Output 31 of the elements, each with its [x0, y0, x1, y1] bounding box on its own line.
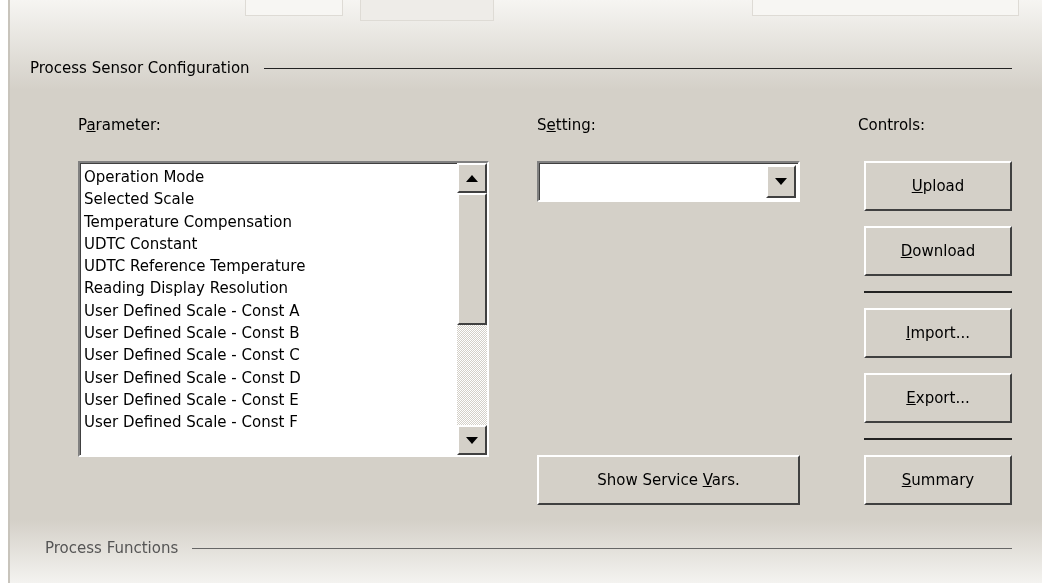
- list-item[interactable]: User Defined Scale - Const E: [84, 388, 457, 412]
- scroll-up-button[interactable]: [457, 163, 487, 193]
- list-item[interactable]: User Defined Scale - Const B: [84, 322, 457, 345]
- show-service-vars-button[interactable]: Show Service Vars.: [537, 455, 800, 505]
- list-item[interactable]: UDTC Constant: [84, 232, 457, 256]
- dropdown-arrow-icon: [775, 178, 787, 185]
- parameter-list[interactable]: [78, 161, 489, 457]
- section-title: Process Sensor Configuration: [30, 58, 250, 79]
- setting-dropdown[interactable]: [537, 161, 800, 202]
- list-item[interactable]: Reading Display Resolution: [84, 277, 457, 300]
- control-button[interactable]: Export...: [864, 373, 1012, 423]
- setting-label: Setting:: [537, 115, 596, 136]
- list-item[interactable]: User Defined Scale - Const F: [84, 411, 457, 434]
- control-button[interactable]: Upload: [864, 161, 1012, 211]
- section-title: Process Functions: [45, 538, 179, 559]
- scroll-down-button[interactable]: [457, 425, 487, 455]
- control-button[interactable]: Summary: [864, 455, 1012, 505]
- scrollbar-thumb[interactable]: [457, 193, 487, 325]
- list-item[interactable]: User Defined Scale - Const D: [84, 366, 457, 389]
- control-button[interactable]: Download: [864, 226, 1012, 276]
- up-arrow-icon: [466, 174, 478, 182]
- control-button[interactable]: Import...: [864, 308, 1012, 358]
- list-item[interactable]: Temperature Compensation: [84, 210, 457, 233]
- list-item[interactable]: UDTC Reference Temperature: [84, 255, 457, 278]
- controls-label: Controls:: [858, 115, 926, 136]
- list-item[interactable]: Operation Mode: [84, 166, 457, 189]
- parameter-label: Parameter:: [78, 115, 161, 136]
- list-item[interactable]: User Defined Scale - Const C: [84, 344, 457, 367]
- list-item[interactable]: Selected Scale: [84, 188, 457, 211]
- down-arrow-icon: [466, 436, 478, 444]
- list-item[interactable]: User Defined Scale - Const A: [84, 299, 457, 323]
